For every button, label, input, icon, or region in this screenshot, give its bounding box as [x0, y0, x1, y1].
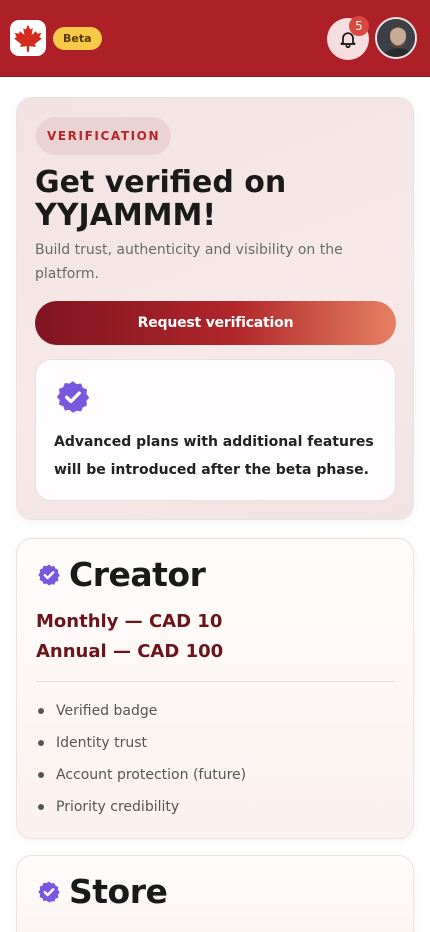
app-header: Beta 5	[0, 0, 430, 77]
notification-count-badge: 5	[349, 16, 369, 36]
verification-card: VERIFICATION Get verified on YYJAMMM! Bu…	[16, 97, 414, 520]
request-verification-button[interactable]: Request verification	[35, 301, 396, 345]
verified-badge-icon	[38, 564, 60, 585]
avatar-photo	[377, 19, 415, 57]
creator-plan-card: Creator Monthly — CAD 10 Annual — CAD 10…	[16, 538, 414, 839]
feature-item: Verified badge	[36, 699, 246, 731]
app-logo[interactable]	[10, 20, 46, 56]
beta-info-box: Advanced plans with additional features …	[35, 359, 396, 501]
feature-item: Priority credibility	[36, 795, 246, 827]
monthly-price: Monthly — CAD 10	[36, 611, 223, 632]
store-plan-card: Store	[16, 855, 414, 932]
verification-pill: VERIFICATION	[36, 117, 172, 155]
maple-leaf-icon	[14, 24, 42, 52]
annual-price: Annual — CAD 100	[36, 641, 224, 662]
plan-name: Creator	[69, 555, 206, 594]
plan-name: Store	[69, 872, 168, 911]
feature-item: Account protection (future)	[36, 763, 246, 795]
divider	[36, 681, 395, 682]
verified-badge-icon	[38, 881, 60, 902]
beta-badge: Beta	[53, 27, 102, 50]
verified-badge-icon	[55, 379, 91, 419]
verification-subtitle: Build trust, authenticity and visibility…	[35, 242, 343, 282]
feature-item: Identity trust	[36, 731, 246, 763]
beta-info-text: Advanced plans with additional features …	[54, 434, 374, 478]
plan-header: Creator	[37, 555, 206, 594]
plan-header: Store	[37, 872, 168, 911]
feature-list: Verified badge Identity trust Account pr…	[36, 699, 246, 827]
verification-title: Get verified on YYJAMMM!	[35, 165, 287, 233]
user-avatar[interactable]	[375, 17, 417, 59]
